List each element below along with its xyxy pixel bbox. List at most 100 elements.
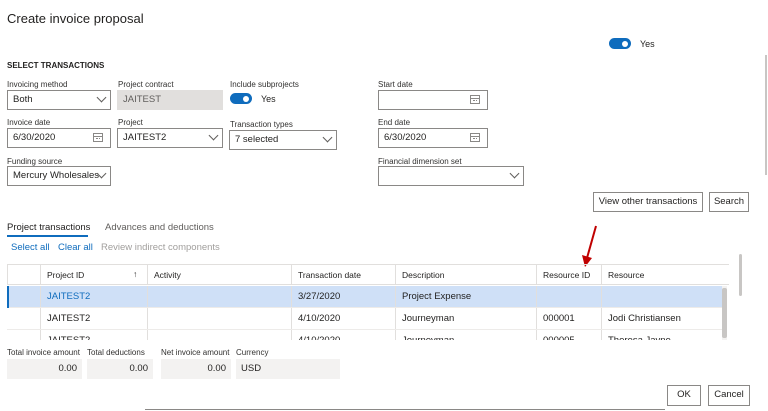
- grid-header-project-id[interactable]: Project ID ↑: [40, 265, 147, 284]
- total-invoice-amount-value: 0.00: [7, 359, 82, 379]
- column-activity: Activity: [154, 270, 181, 280]
- grid-header-activity[interactable]: Activity: [147, 265, 291, 284]
- cell-resource-id: 000001: [536, 308, 601, 329]
- currency-value: USD: [236, 359, 340, 379]
- end-date-field[interactable]: 6/30/2020: [378, 128, 488, 148]
- cell-transaction-date: 3/27/2020: [291, 286, 395, 307]
- ok-button[interactable]: OK: [667, 385, 701, 406]
- calendar-icon[interactable]: [470, 133, 480, 142]
- annotation-arrow-icon: [582, 225, 597, 267]
- column-description: Description: [402, 270, 445, 280]
- cell-resource-id: 000005: [536, 330, 601, 340]
- financial-dimension-set-select[interactable]: [378, 166, 524, 186]
- invoicing-method-value: Both: [13, 94, 33, 105]
- include-subprojects-label: Include subprojects: [230, 80, 299, 89]
- invoicing-method-label: Invoicing method: [7, 80, 68, 89]
- tab-project-transactions[interactable]: Project transactions: [7, 222, 90, 233]
- invoice-date-value: 6/30/2020: [13, 132, 56, 143]
- section-title: SELECT TRANSACTIONS: [7, 61, 105, 70]
- net-invoice-amount-label: Net invoice amount: [161, 348, 230, 357]
- project-contract-label: Project contract: [118, 80, 174, 89]
- top-toggle-label: Yes: [640, 39, 655, 49]
- funding-source-select[interactable]: Mercury Wholesales: [7, 166, 111, 186]
- pane-scrollbar-thumb[interactable]: [739, 254, 742, 296]
- calendar-icon[interactable]: [93, 133, 103, 142]
- end-date-label: End date: [378, 118, 411, 127]
- grid-header: Project ID ↑ Activity Transaction date D…: [7, 264, 729, 285]
- start-date-field[interactable]: [378, 90, 488, 110]
- table-row[interactable]: JAITEST2 3/27/2020 Project Expense: [7, 286, 722, 308]
- start-date-label: Start date: [378, 80, 413, 89]
- net-invoice-amount-value: 0.00: [161, 359, 231, 379]
- column-resource: Resource: [608, 270, 645, 280]
- column-resource-id: Resource ID: [543, 270, 591, 280]
- cell-resource-id: [536, 286, 601, 307]
- funding-source-label: Funding source: [7, 157, 63, 166]
- dialog-title: Create invoice proposal: [7, 11, 144, 26]
- total-deductions-value: 0.00: [87, 359, 153, 379]
- project-contract-field: JAITEST: [117, 90, 223, 110]
- cell-resource: Jodi Christiansen: [601, 308, 722, 329]
- project-select[interactable]: JAITEST2: [117, 128, 223, 148]
- cell-description: Journeyman: [395, 330, 536, 340]
- calendar-icon[interactable]: [470, 95, 480, 104]
- funding-source-value: Mercury Wholesales: [13, 170, 100, 181]
- sort-ascending-icon: ↑: [133, 269, 138, 279]
- project-contract-value: JAITEST: [123, 94, 162, 105]
- transaction-types-label: Transaction types: [230, 120, 293, 129]
- financial-dimension-set-label: Financial dimension set: [378, 157, 462, 166]
- column-project-id: Project ID: [47, 270, 85, 280]
- cell-description: Project Expense: [395, 286, 536, 307]
- invoice-date-label: Invoice date: [7, 118, 51, 127]
- grid-header-resource[interactable]: Resource: [601, 265, 729, 284]
- grid-scrollbar-thumb[interactable]: [722, 288, 727, 338]
- grid-header-transaction-date[interactable]: Transaction date: [291, 265, 395, 284]
- cell-resource: [601, 286, 722, 307]
- cell-transaction-date: 4/10/2020: [291, 330, 395, 340]
- cell-activity: [147, 330, 291, 340]
- project-value: JAITEST2: [123, 132, 167, 143]
- transaction-types-value: 7 selected: [235, 134, 279, 145]
- invoicing-method-select[interactable]: Both: [7, 90, 111, 110]
- grid-body: JAITEST2 3/27/2020 Project Expense JAITE…: [7, 286, 722, 340]
- grid-header-resource-id[interactable]: Resource ID: [536, 265, 601, 284]
- chevron-down-icon: [96, 92, 107, 103]
- review-indirect-components-link[interactable]: Review indirect components: [101, 242, 220, 253]
- chevron-down-icon: [322, 132, 333, 143]
- project-label: Project: [118, 118, 143, 127]
- tab-advances-and-deductions[interactable]: Advances and deductions: [105, 222, 214, 233]
- column-transaction-date: Transaction date: [298, 270, 361, 280]
- tab-active-indicator: [7, 235, 88, 237]
- view-other-transactions-button[interactable]: View other transactions: [593, 192, 703, 212]
- include-subprojects-value: Yes: [261, 94, 276, 104]
- cell-activity: [147, 308, 291, 329]
- total-invoice-amount-label: Total invoice amount: [7, 348, 80, 357]
- chevron-down-icon: [208, 130, 219, 141]
- grid-header-select[interactable]: [7, 265, 40, 284]
- cell-project-id[interactable]: JAITEST2: [40, 308, 147, 329]
- transaction-types-select[interactable]: 7 selected: [229, 130, 337, 150]
- grid-scrollbar-track[interactable]: [722, 286, 727, 340]
- bottom-divider: [145, 409, 665, 410]
- currency-label: Currency: [236, 348, 269, 357]
- table-row[interactable]: JAITEST2 4/10/2020 Journeyman 000005 The…: [7, 330, 722, 340]
- cell-project-id[interactable]: JAITEST2: [40, 330, 147, 340]
- cell-transaction-date: 4/10/2020: [291, 308, 395, 329]
- search-button[interactable]: Search: [709, 192, 749, 212]
- total-deductions-label: Total deductions: [87, 348, 145, 357]
- cell-project-id[interactable]: JAITEST2: [40, 286, 147, 307]
- invoice-date-field[interactable]: 6/30/2020: [7, 128, 111, 148]
- cell-description: Journeyman: [395, 308, 536, 329]
- table-row[interactable]: JAITEST2 4/10/2020 Journeyman 000001 Jod…: [7, 308, 722, 330]
- grid-header-description[interactable]: Description: [395, 265, 536, 284]
- top-toggle[interactable]: [609, 38, 631, 49]
- cell-resource: Theresa Jayne: [601, 330, 722, 340]
- cancel-button[interactable]: Cancel: [708, 385, 750, 406]
- end-date-value: 6/30/2020: [384, 132, 427, 143]
- cell-activity: [147, 286, 291, 307]
- page-scrollbar[interactable]: [765, 55, 767, 175]
- row-selection-marker: [7, 286, 9, 308]
- select-all-link[interactable]: Select all: [11, 242, 50, 253]
- clear-all-link[interactable]: Clear all: [58, 242, 93, 253]
- include-subprojects-toggle[interactable]: [230, 93, 252, 104]
